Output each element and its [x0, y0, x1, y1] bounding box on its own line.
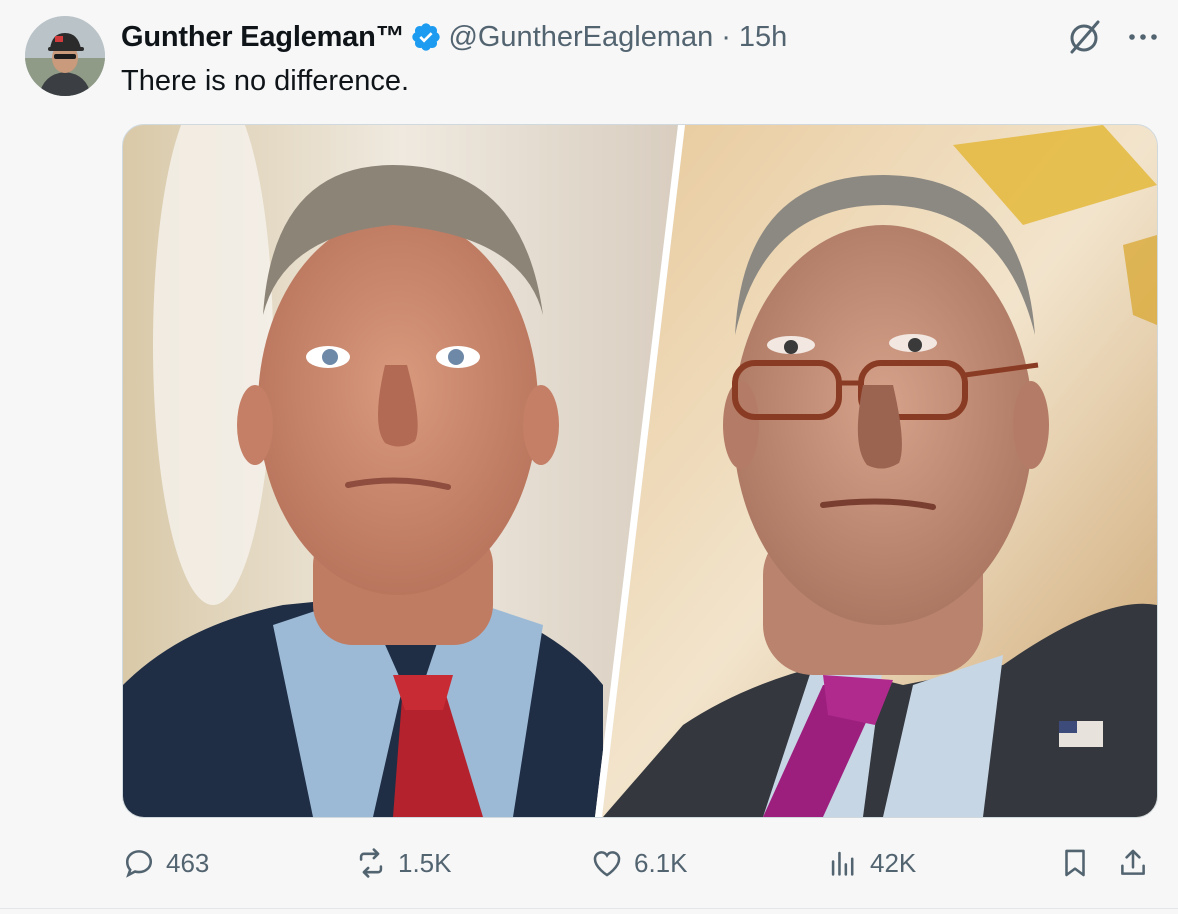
- grok-icon[interactable]: [1064, 16, 1106, 58]
- verified-badge-icon[interactable]: [410, 21, 442, 53]
- timestamp[interactable]: 15h: [739, 21, 787, 54]
- tweet-text: There is no difference.: [121, 65, 410, 97]
- like-count: 6.1K: [634, 847, 688, 878]
- tweet[interactable]: Gunther Eagleman™ @GuntherEagleman · 15h: [0, 0, 1178, 914]
- handle[interactable]: @GuntherEagleman: [448, 21, 713, 54]
- header-actions: [1064, 16, 1160, 58]
- repost-icon: [359, 848, 383, 878]
- share-icon: [1121, 849, 1145, 875]
- divider: [0, 908, 1178, 909]
- share-button[interactable]: [1116, 836, 1160, 890]
- tweet-media[interactable]: [122, 124, 1158, 818]
- bookmark-button[interactable]: [1058, 836, 1102, 890]
- like-button[interactable]: 6.1K: [590, 836, 688, 890]
- display-name[interactable]: Gunther Eagleman™: [121, 21, 405, 54]
- right-photo: [602, 125, 1157, 817]
- left-photo: [123, 125, 678, 817]
- tweet-header: Gunther Eagleman™ @GuntherEagleman · 15h: [121, 16, 1058, 58]
- reply-count: 463: [166, 847, 210, 878]
- views-icon: [831, 851, 854, 876]
- reply-icon: [125, 850, 153, 878]
- tweet-actions: 463 1.5K 6.1K 42K: [0, 836, 1178, 890]
- repost-count: 1.5K: [398, 847, 452, 878]
- views-button[interactable]: 42K: [826, 836, 916, 890]
- separator-dot: ·: [721, 20, 731, 53]
- bookmark-icon: [1065, 849, 1085, 877]
- repost-button[interactable]: 1.5K: [354, 836, 452, 890]
- more-icon[interactable]: [1126, 20, 1160, 54]
- avatar[interactable]: [25, 16, 105, 96]
- reply-button[interactable]: 463: [122, 836, 209, 890]
- views-count: 42K: [870, 847, 917, 878]
- heart-icon: [593, 851, 621, 877]
